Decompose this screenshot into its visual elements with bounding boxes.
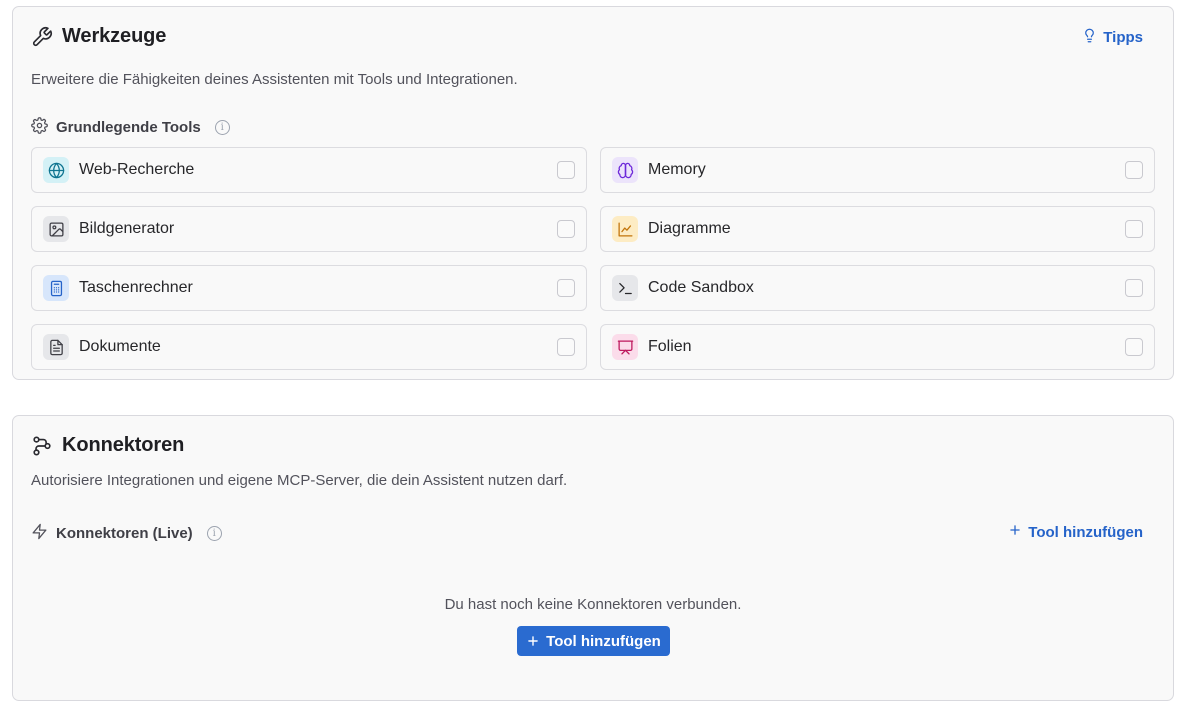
chart-icon bbox=[612, 216, 638, 242]
tool-label: Memory bbox=[648, 161, 706, 178]
tool-card-web-research[interactable]: Web-Recherche bbox=[31, 147, 587, 193]
tool-checkbox[interactable] bbox=[557, 279, 575, 297]
tool-label: Taschenrechner bbox=[79, 279, 193, 296]
info-icon[interactable]: i bbox=[206, 526, 222, 541]
tips-link[interactable]: Tipps bbox=[1082, 28, 1143, 47]
wrench-icon bbox=[31, 26, 53, 48]
tool-checkbox[interactable] bbox=[557, 220, 575, 238]
tool-card-slides[interactable]: Folien bbox=[600, 324, 1155, 370]
tool-card-calculator[interactable]: Taschenrechner bbox=[31, 265, 587, 311]
tool-checkbox[interactable] bbox=[1125, 220, 1143, 238]
tool-checkbox[interactable] bbox=[557, 161, 575, 179]
tool-label: Folien bbox=[648, 338, 692, 355]
tools-title: Werkzeuge bbox=[62, 25, 167, 47]
connectors-description: Autorisiere Integrationen und eigene MCP… bbox=[31, 472, 568, 489]
tool-card-charts[interactable]: Diagramme bbox=[600, 206, 1155, 252]
live-connectors-title: Konnektoren (Live) bbox=[56, 525, 193, 542]
live-connectors-header: Konnektoren (Live) i bbox=[31, 523, 222, 544]
add-tool-link[interactable]: Tool hinzufügen bbox=[1008, 523, 1143, 541]
tool-label: Code Sandbox bbox=[648, 279, 754, 296]
gear-icon bbox=[31, 117, 48, 138]
tools-title-row: Werkzeuge bbox=[31, 25, 166, 48]
tool-label: Dokumente bbox=[79, 338, 161, 355]
tool-card-memory[interactable]: Memory bbox=[600, 147, 1155, 193]
tool-card-image-generator[interactable]: Bildgenerator bbox=[31, 206, 587, 252]
tool-checkbox[interactable] bbox=[1125, 161, 1143, 179]
document-icon bbox=[43, 334, 69, 360]
connectors-panel: Konnektoren Autorisiere Integrationen un… bbox=[12, 415, 1174, 701]
tool-checkbox[interactable] bbox=[1125, 338, 1143, 356]
tool-label: Bildgenerator bbox=[79, 220, 175, 237]
lightning-icon bbox=[31, 523, 48, 544]
plus-icon bbox=[1008, 523, 1022, 541]
tips-label: Tipps bbox=[1103, 29, 1143, 46]
calculator-icon bbox=[43, 275, 69, 301]
tool-card-code-sandbox[interactable]: Code Sandbox bbox=[600, 265, 1155, 311]
brain-icon bbox=[612, 157, 638, 183]
tool-grid: Web-Recherche Memory Bildgenerator Diagr… bbox=[31, 147, 1155, 370]
connectors-title: Konnektoren bbox=[62, 434, 185, 456]
lightbulb-icon bbox=[1082, 28, 1097, 47]
basic-tools-header: Grundlegende Tools i bbox=[31, 117, 230, 138]
tool-card-documents[interactable]: Dokumente bbox=[31, 324, 587, 370]
basic-tools-title: Grundlegende Tools bbox=[56, 119, 201, 136]
add-tool-link-label: Tool hinzufügen bbox=[1028, 523, 1143, 541]
add-tool-button[interactable]: Tool hinzufügen bbox=[517, 626, 670, 656]
tools-panel: Werkzeuge Tipps Erweitere die Fähigkeite… bbox=[12, 6, 1174, 380]
plus-icon bbox=[526, 634, 540, 648]
terminal-icon bbox=[612, 275, 638, 301]
tools-description: Erweitere die Fähigkeiten deines Assiste… bbox=[31, 71, 518, 88]
tool-label: Diagramme bbox=[648, 220, 731, 237]
add-tool-button-label: Tool hinzufügen bbox=[546, 632, 661, 650]
presentation-icon bbox=[612, 334, 638, 360]
info-icon[interactable]: i bbox=[214, 120, 230, 135]
empty-state-text: Du hast noch keine Konnektoren verbunden… bbox=[444, 596, 742, 613]
tool-label: Web-Recherche bbox=[79, 161, 195, 178]
workflow-icon bbox=[31, 435, 53, 457]
connectors-title-row: Konnektoren bbox=[31, 434, 184, 457]
tool-checkbox[interactable] bbox=[557, 338, 575, 356]
globe-icon bbox=[43, 157, 69, 183]
image-icon bbox=[43, 216, 69, 242]
tool-checkbox[interactable] bbox=[1125, 279, 1143, 297]
